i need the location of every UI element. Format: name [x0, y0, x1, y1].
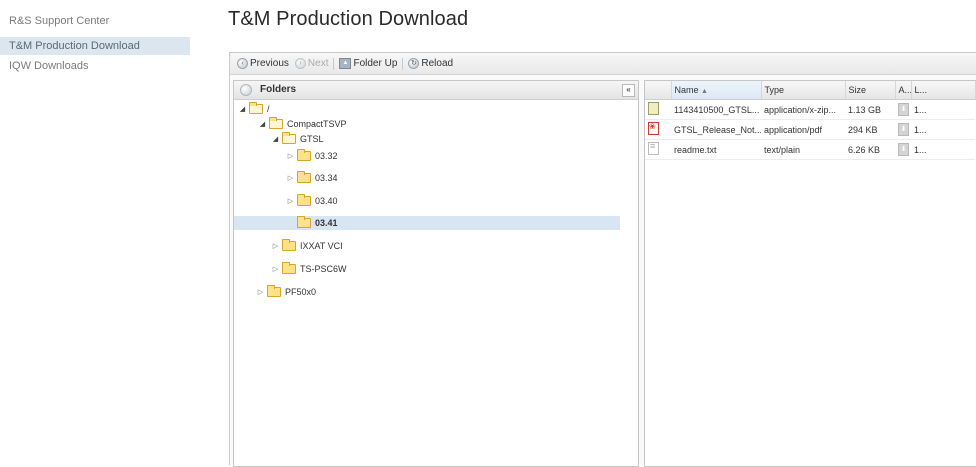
table-row[interactable]: readme.txt text/plain 6.26 KB ⬇ 1... [645, 139, 975, 160]
folder-icon [297, 194, 311, 206]
collapsed-arrow-icon[interactable]: ▷ [256, 288, 265, 296]
download-icon[interactable]: ⬇ [898, 143, 909, 156]
next-button[interactable]: › Next [292, 58, 332, 69]
tree-node-ixxat-vci[interactable]: ▷ IXXAT VCI [271, 239, 343, 253]
file-type: text/plain [761, 139, 845, 160]
tree-node-label[interactable]: 03.40 [315, 196, 338, 206]
collapsed-arrow-icon[interactable]: ▷ [271, 242, 280, 250]
open-folder-icon [282, 132, 296, 144]
forward-arrow-icon: › [294, 58, 306, 69]
reload-label: Reload [421, 58, 454, 69]
file-type: application/pdf [761, 119, 845, 140]
reload-icon: ↻ [408, 58, 420, 69]
back-arrow-icon: ‹ [237, 58, 248, 69]
next-label: Next [307, 58, 329, 69]
file-size: 294 KB [845, 119, 895, 140]
nav-item-iqw-downloads[interactable]: IQW Downloads [0, 57, 190, 75]
folders-header-icon [240, 84, 252, 96]
nav-item-support-center[interactable]: R&S Support Center [0, 12, 190, 30]
tree-node-label[interactable]: PF50x0 [285, 287, 316, 297]
open-folder-icon [249, 102, 263, 114]
open-folder-icon [269, 117, 283, 129]
tree-node-label[interactable]: 03.32 [315, 151, 338, 161]
column-header-name-label: Name [674, 85, 699, 95]
folders-header: Folders « [234, 81, 638, 100]
folders-title: Folders [260, 84, 297, 95]
column-header-type[interactable]: Type [761, 81, 846, 100]
folders-pane: Folders « ◢ / ◢ CompactTSVP ◢ GTSL ▷ 03.… [233, 80, 639, 467]
folder-up-label: Folder Up [353, 58, 398, 69]
folder-icon [282, 239, 296, 251]
tree-node-label[interactable]: GTSL [300, 134, 324, 144]
previous-label: Previous [250, 58, 289, 69]
column-header-name[interactable]: Name ▲ [671, 81, 762, 100]
file-size: 1.13 GB [845, 99, 895, 120]
file-last-modified: 1... [911, 119, 975, 140]
expanded-arrow-icon[interactable]: ◢ [258, 120, 267, 128]
folder-icon [267, 285, 281, 297]
file-last-modified: 1... [911, 99, 975, 120]
download-icon[interactable]: ⬇ [898, 123, 909, 136]
column-header-a[interactable]: A... [895, 81, 912, 100]
collapsed-arrow-icon[interactable]: ▷ [286, 197, 295, 205]
file-size: 6.26 KB [845, 139, 895, 160]
toolbar: ‹ Previous › Next ▲ Folder Up ↻ Reload [230, 53, 976, 75]
table-row[interactable]: GTSL_Release_Not... application/pdf 294 … [645, 119, 975, 140]
file-name[interactable]: readme.txt [671, 139, 761, 160]
files-table: Name ▲ Type Size A... L... 1143410500_GT… [645, 81, 976, 160]
folder-icon [297, 171, 311, 183]
collapsed-arrow-icon[interactable]: ▷ [271, 265, 280, 273]
table-header-row: Name ▲ Type Size A... L... [645, 81, 976, 100]
folder-up-icon: ▲ [339, 58, 352, 69]
tree-node-gtsl[interactable]: ◢ GTSL [271, 132, 324, 146]
column-header-size[interactable]: Size [845, 81, 896, 100]
left-navigation: R&S Support Center T&M Production Downlo… [0, 0, 190, 76]
tree-node-03-32[interactable]: ▷ 03.32 [286, 149, 338, 163]
folder-icon [282, 262, 296, 274]
collapsed-arrow-icon[interactable]: ▷ [286, 174, 295, 182]
folder-icon [297, 149, 311, 161]
files-pane: Name ▲ Type Size A... L... 1143410500_GT… [644, 80, 976, 467]
tree-node-03-40[interactable]: ▷ 03.40 [286, 194, 338, 208]
tree-node-03-41[interactable]: 03.41 [234, 216, 620, 230]
file-browser: ‹ Previous › Next ▲ Folder Up ↻ Reload F… [229, 52, 976, 467]
zip-file-icon [648, 102, 659, 115]
tree-node-label[interactable]: CompactTSVP [287, 119, 347, 129]
tree-node-compacttsvp[interactable]: ◢ CompactTSVP [258, 117, 347, 131]
page-title: T&M Production Download [228, 8, 469, 30]
collapse-pane-button[interactable]: « [622, 84, 635, 97]
tree-node-label[interactable]: IXXAT VCI [300, 241, 343, 251]
sort-ascending-icon: ▲ [701, 88, 708, 95]
text-file-icon [648, 141, 659, 155]
collapsed-arrow-icon[interactable]: ▷ [286, 152, 295, 160]
tree-node-label[interactable]: 03.34 [315, 173, 338, 183]
folder-tree: ◢ / ◢ CompactTSVP ◢ GTSL ▷ 03.32 ▷ 03.34… [234, 100, 638, 460]
file-last-modified: 1... [911, 139, 975, 160]
toolbar-divider [333, 57, 335, 70]
file-name[interactable]: GTSL_Release_Not... [671, 119, 761, 140]
file-name[interactable]: 1143410500_GTSL... [671, 99, 761, 120]
toolbar-divider [402, 57, 404, 70]
pdf-file-icon [648, 122, 659, 135]
tree-node-03-34[interactable]: ▷ 03.34 [286, 171, 338, 185]
download-icon[interactable]: ⬇ [898, 103, 909, 116]
reload-button[interactable]: ↻ Reload [405, 58, 456, 69]
tree-node-pf50x0[interactable]: ▷ PF50x0 [256, 285, 316, 299]
previous-button[interactable]: ‹ Previous [234, 58, 292, 69]
nav-item-production-download[interactable]: T&M Production Download [0, 37, 190, 55]
table-row[interactable]: 1143410500_GTSL... application/x-zip... … [645, 99, 975, 120]
expanded-arrow-icon[interactable]: ◢ [238, 105, 247, 113]
folder-icon [297, 216, 311, 228]
expanded-arrow-icon[interactable]: ◢ [271, 135, 280, 143]
file-type: application/x-zip... [761, 99, 845, 120]
folder-up-button[interactable]: ▲ Folder Up [336, 58, 400, 69]
column-header-l[interactable]: L... [911, 81, 976, 100]
tree-node-root[interactable]: ◢ / [238, 102, 270, 116]
column-header-icon [645, 81, 672, 100]
tree-node-label[interactable]: 03.41 [315, 218, 338, 228]
tree-node-ts-psc6w[interactable]: ▷ TS-PSC6W [271, 262, 347, 276]
tree-node-label[interactable]: TS-PSC6W [300, 264, 347, 274]
tree-node-label[interactable]: / [267, 104, 270, 114]
